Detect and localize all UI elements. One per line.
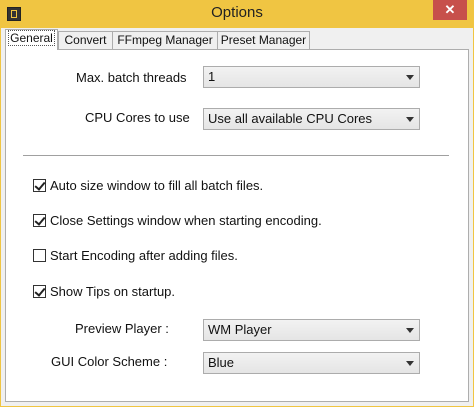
checkbox-auto-size-label: Auto size window to fill all batch files…: [50, 178, 264, 193]
tab-general-label: General: [8, 30, 55, 46]
tab-preset-manager[interactable]: Preset Manager: [217, 31, 310, 49]
tab-convert[interactable]: Convert: [58, 31, 113, 49]
tab-general[interactable]: General: [5, 29, 58, 50]
cpu-cores-value: Use all available CPU Cores: [208, 111, 373, 126]
tab-convert-label: Convert: [64, 33, 107, 47]
client-area: General Convert FFmpeg Manager Preset Ma…: [1, 28, 473, 406]
checkbox-start-encoding-label: Start Encoding after adding files.: [50, 248, 238, 263]
cpu-cores-label: CPU Cores to use: [85, 110, 190, 125]
close-icon: ✕: [444, 2, 456, 17]
preview-player-select[interactable]: WM Player: [203, 319, 420, 341]
cpu-cores-select[interactable]: Use all available CPU Cores: [203, 108, 420, 130]
chevron-down-icon: [406, 328, 414, 333]
tab-preset-manager-label: Preset Manager: [220, 33, 307, 47]
tab-ffmpeg-manager-label: FFmpeg Manager: [117, 33, 213, 47]
preview-player-label: Preview Player :: [75, 321, 169, 336]
section-divider: [23, 155, 449, 157]
close-button[interactable]: ✕: [433, 0, 467, 20]
checkmark-icon[interactable]: [33, 179, 46, 192]
chevron-down-icon: [406, 361, 414, 366]
tab-ffmpeg-manager[interactable]: FFmpeg Manager: [112, 31, 218, 49]
checkmark-icon[interactable]: [33, 214, 46, 227]
preview-player-value: WM Player: [208, 322, 272, 337]
batch-threads-value: 1: [208, 69, 216, 84]
checkbox-close-settings-label: Close Settings window when starting enco…: [50, 213, 322, 228]
general-panel: Max. batch threads 1 CPU Cores to use Us…: [5, 49, 469, 402]
color-scheme-label: GUI Color Scheme :: [51, 354, 168, 369]
checkbox-show-tips-label: Show Tips on startup.: [50, 284, 176, 299]
checkmark-icon[interactable]: [33, 285, 46, 298]
title-bar[interactable]: Options ✕: [0, 0, 474, 28]
window-title: Options: [211, 4, 263, 21]
batch-threads-select[interactable]: 1: [203, 66, 420, 88]
batch-threads-label: Max. batch threads: [76, 70, 187, 85]
color-scheme-select[interactable]: Blue: [203, 352, 420, 374]
checkbox-empty-icon[interactable]: [33, 249, 46, 262]
options-window: Options ✕ General Convert FFmpeg Manager…: [0, 0, 474, 407]
chevron-down-icon: [406, 75, 414, 80]
color-scheme-value: Blue: [208, 355, 235, 370]
chevron-down-icon: [406, 117, 414, 122]
